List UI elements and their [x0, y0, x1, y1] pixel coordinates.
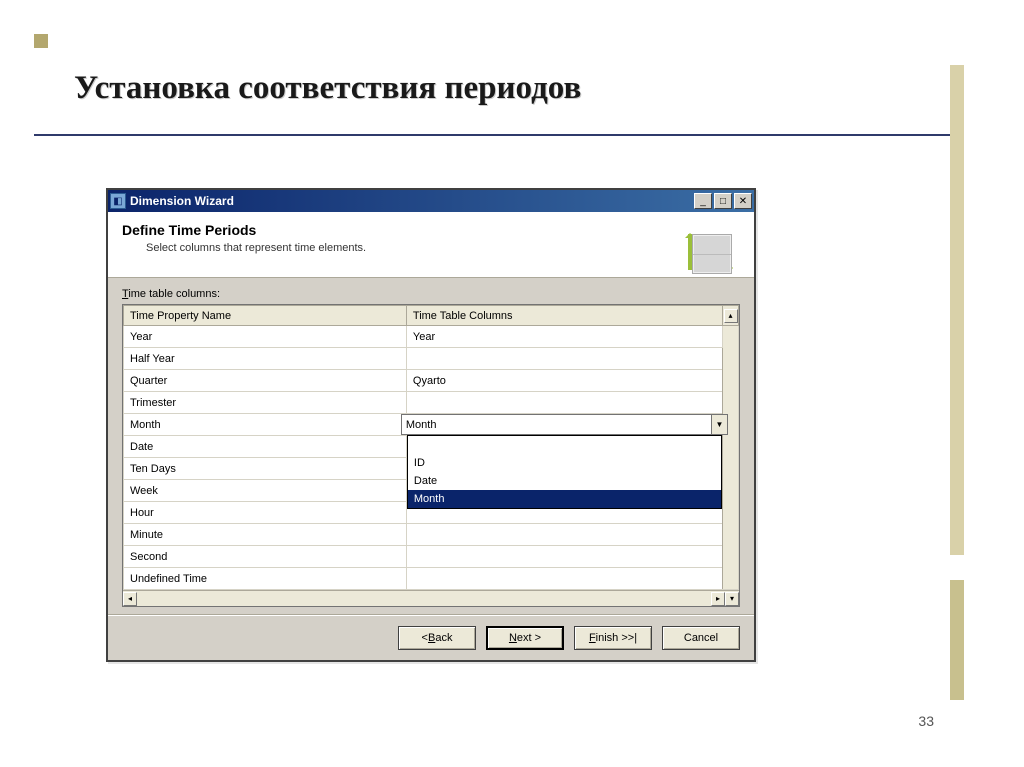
page-number: 33	[918, 713, 934, 729]
table-row[interactable]: Half Year	[124, 348, 739, 370]
cell-col[interactable]	[406, 568, 722, 590]
grid: Time Property Name Time Table Columns ▴ …	[122, 304, 740, 607]
table-label: Time table columns:	[122, 288, 740, 300]
cell-name: Second	[124, 546, 407, 568]
slide-title: Установка соответствия периодов	[74, 70, 581, 107]
cell-name: Date	[124, 436, 407, 458]
slide-accent-right	[950, 580, 964, 700]
cell-col[interactable]	[406, 524, 722, 546]
cancel-button[interactable]: Cancel	[662, 626, 740, 650]
next-button[interactable]: Next >	[486, 626, 564, 650]
header-title: Define Time Periods	[122, 222, 740, 238]
scroll-down-button[interactable]: ▾	[725, 592, 739, 606]
cell-name: Year	[124, 326, 407, 348]
table-row[interactable]: Minute	[124, 524, 739, 546]
table-row[interactable]: Undefined Time	[124, 568, 739, 590]
combo-dropdown: ID Date Month	[407, 435, 722, 509]
scroll-right-button[interactable]: ▸	[711, 592, 725, 606]
finish-button[interactable]: Finish >>|	[574, 626, 652, 650]
scroll-left-button[interactable]: ◂	[123, 592, 137, 606]
wizard-footer: < Back Next > Finish >>| Cancel	[108, 615, 754, 660]
titlebar[interactable]: ◧ Dimension Wizard _ □ ✕	[108, 190, 754, 212]
cell-name: Half Year	[124, 348, 407, 370]
month-combo[interactable]: Month ▼	[401, 414, 728, 435]
window-title: Dimension Wizard	[130, 194, 694, 208]
app-icon: ◧	[110, 193, 126, 209]
combo-option[interactable]: Date	[408, 472, 721, 490]
back-button[interactable]: < Back	[398, 626, 476, 650]
wizard-header: Define Time Periods Select columns that …	[108, 212, 754, 278]
cell-name: Undefined Time	[124, 568, 407, 590]
wizard-body: Time table columns: Time Property Name T…	[108, 278, 754, 615]
combo-option[interactable]: ID	[408, 454, 721, 472]
cell-name: Quarter	[124, 370, 407, 392]
combo-value: Month	[402, 419, 711, 431]
cell-name: Ten Days	[124, 458, 407, 480]
cell-col[interactable]: Qyarto	[406, 370, 722, 392]
minimize-button[interactable]: _	[694, 193, 712, 209]
wizard-window: ◧ Dimension Wizard _ □ ✕ Define Time Per…	[106, 188, 756, 662]
cell-col[interactable]: Year	[406, 326, 722, 348]
table-row[interactable]: Trimester	[124, 392, 739, 414]
maximize-button[interactable]: □	[714, 193, 732, 209]
scroll-up-button[interactable]: ▴	[723, 306, 739, 326]
close-button[interactable]: ✕	[734, 193, 752, 209]
cell-name: Month	[124, 414, 407, 436]
slide-accent-right	[950, 65, 964, 555]
header-graphic	[674, 218, 744, 274]
cell-col[interactable]	[406, 392, 722, 414]
cell-name: Hour	[124, 502, 407, 524]
cell-name: Trimester	[124, 392, 407, 414]
header-subtitle: Select columns that represent time eleme…	[146, 242, 740, 254]
cell-name: Week	[124, 480, 407, 502]
table-row[interactable]: Second	[124, 546, 739, 568]
cell-col[interactable]	[406, 348, 722, 370]
table-row[interactable]: Year Year	[124, 326, 739, 348]
col-header-name[interactable]: Time Property Name	[124, 306, 407, 326]
combo-option-selected[interactable]: Month	[408, 490, 721, 508]
slide-divider	[34, 134, 950, 136]
scrollbar-track[interactable]	[723, 326, 739, 590]
cell-col[interactable]	[406, 546, 722, 568]
chevron-down-icon[interactable]: ▼	[711, 415, 727, 434]
cell-col[interactable]: Month ▼ ID Date Month	[406, 414, 722, 436]
combo-option[interactable]	[408, 436, 721, 454]
table-row[interactable]: Month Month ▼ ID Date Month	[124, 414, 739, 436]
cell-name: Minute	[124, 524, 407, 546]
horizontal-scrollbar[interactable]: ◂ ▸ ▾	[123, 590, 739, 606]
col-header-columns[interactable]: Time Table Columns	[406, 306, 722, 326]
table-row[interactable]: Quarter Qyarto	[124, 370, 739, 392]
slide-accent	[34, 34, 48, 48]
